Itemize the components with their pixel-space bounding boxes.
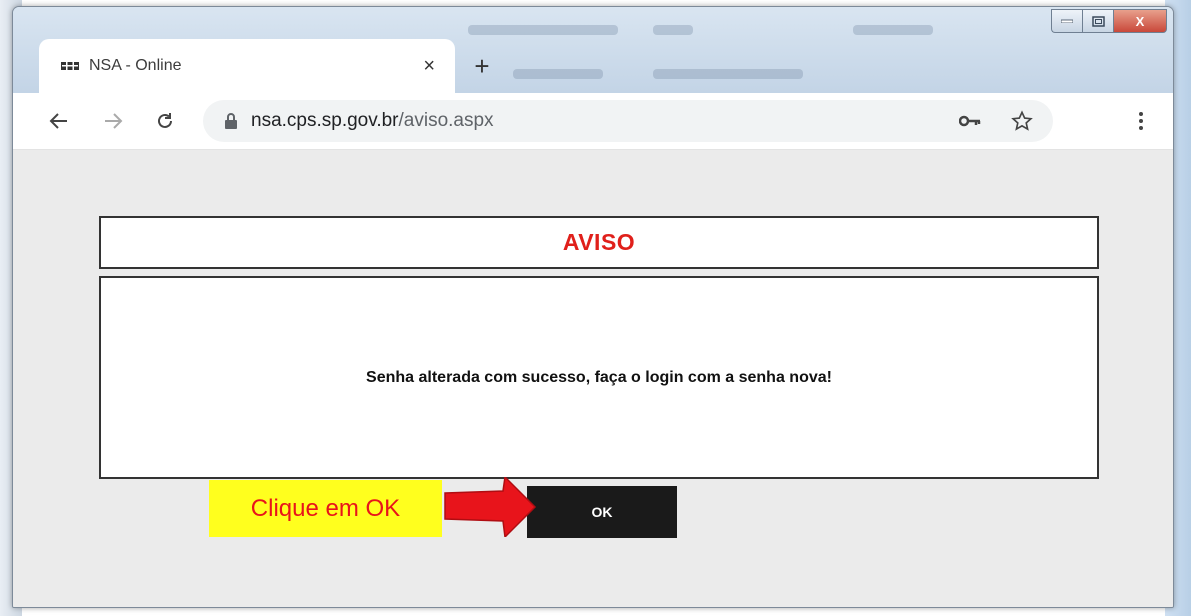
ok-button[interactable]: OK bbox=[527, 486, 677, 538]
reload-icon bbox=[158, 113, 172, 128]
key-icon[interactable] bbox=[959, 115, 981, 127]
maximize-icon bbox=[1091, 15, 1105, 27]
menu-dots-icon bbox=[1139, 112, 1143, 130]
window-controls: X bbox=[1051, 9, 1167, 33]
callout-text: Clique em OK bbox=[250, 494, 401, 522]
tab-title: NSA - Online bbox=[89, 57, 182, 74]
back-button[interactable] bbox=[41, 103, 77, 139]
tab-close-icon[interactable]: × bbox=[423, 55, 435, 78]
maximize-button[interactable] bbox=[1082, 9, 1113, 33]
star-icon[interactable] bbox=[1011, 110, 1033, 132]
nsa-favicon-icon bbox=[61, 59, 79, 73]
background-window-ghost bbox=[653, 69, 803, 79]
minimize-icon bbox=[1061, 19, 1073, 23]
browser-window: X NSA - Online × + nsa.cps.sp.gov.br/avi… bbox=[12, 6, 1174, 608]
close-icon: X bbox=[1135, 13, 1145, 29]
window-close-button[interactable]: X bbox=[1113, 9, 1167, 33]
forward-arrow-icon bbox=[105, 113, 123, 129]
forward-button[interactable] bbox=[95, 103, 131, 139]
browser-menu-button[interactable] bbox=[1131, 103, 1151, 139]
url-host: nsa.cps.sp.gov.br bbox=[251, 110, 399, 131]
background-window-ghost bbox=[853, 25, 933, 35]
minimize-button[interactable] bbox=[1051, 9, 1082, 33]
background-window-ghost bbox=[513, 69, 603, 79]
dialog-header: AVISO bbox=[99, 216, 1099, 269]
background-window-ghost bbox=[468, 25, 618, 35]
instruction-callout: Clique em OK bbox=[209, 480, 442, 537]
reload-button[interactable] bbox=[147, 103, 183, 139]
pointer-arrow-icon bbox=[444, 477, 537, 537]
browser-toolbar: nsa.cps.sp.gov.br/aviso.aspx bbox=[13, 93, 1173, 150]
new-tab-button[interactable]: + bbox=[465, 49, 499, 83]
active-tab[interactable]: NSA - Online × bbox=[39, 39, 455, 93]
lock-icon bbox=[225, 113, 237, 129]
dialog-title: AVISO bbox=[562, 229, 636, 255]
page-content: AVISO Senha alterada com sucesso, faça o… bbox=[13, 150, 1173, 607]
url-text: nsa.cps.sp.gov.br/aviso.aspx bbox=[251, 110, 494, 132]
url-path: /aviso.aspx bbox=[398, 110, 494, 131]
address-bar-actions bbox=[959, 108, 1033, 134]
dialog-message: Senha alterada com sucesso, faça o login… bbox=[366, 368, 832, 386]
title-bar: X NSA - Online × + bbox=[13, 7, 1173, 93]
background-window-ghost bbox=[653, 25, 693, 35]
dialog-body: Senha alterada com sucesso, faça o login… bbox=[99, 276, 1099, 479]
back-arrow-icon bbox=[49, 113, 67, 129]
address-bar[interactable]: nsa.cps.sp.gov.br/aviso.aspx bbox=[203, 100, 1053, 142]
